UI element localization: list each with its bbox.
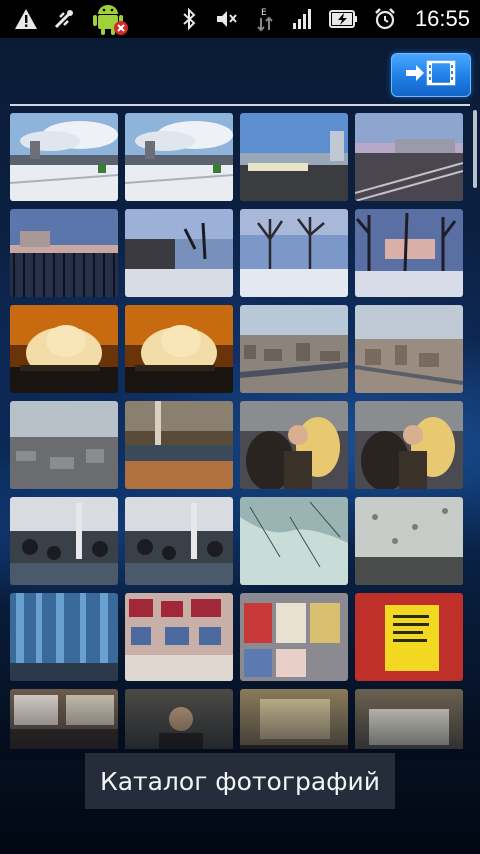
thumb-railway-dusk[interactable] <box>355 113 463 201</box>
thumb-people-blonde-1[interactable] <box>240 401 348 489</box>
thumb-magazine-rack[interactable] <box>240 593 348 681</box>
usb-debug-icon[interactable] <box>52 7 76 31</box>
thumb-cat-1[interactable] <box>10 305 118 393</box>
thumb-crowd-hall-1[interactable] <box>10 497 118 585</box>
thumb-trees-dusk-2[interactable] <box>355 209 463 297</box>
alarm-icon <box>373 7 397 31</box>
slideshow-icon <box>406 60 456 90</box>
thumb-blue-curtain[interactable] <box>10 593 118 681</box>
thumb-snow-park-2[interactable] <box>125 113 233 201</box>
thumb-crowd-hall-2[interactable] <box>125 497 233 585</box>
android-app-icon[interactable] <box>90 1 130 37</box>
muted-icon <box>215 7 239 31</box>
warning-icon[interactable] <box>14 7 38 31</box>
svg-text:E: E <box>261 8 267 18</box>
thumb-station-platform[interactable] <box>240 113 348 201</box>
thumb-frosted-glass-1[interactable] <box>240 497 348 585</box>
photo-grid[interactable] <box>10 113 465 749</box>
battery-charging-icon <box>328 7 359 31</box>
toolbar-divider <box>10 104 470 106</box>
thumb-snow-park-1[interactable] <box>10 113 118 201</box>
thumb-city-haze[interactable] <box>10 401 118 489</box>
thumb-city-panorama-2[interactable] <box>355 305 463 393</box>
thumb-store-shelves[interactable] <box>125 593 233 681</box>
status-bar: E 16:55 <box>0 0 480 38</box>
thumb-fence-dusk[interactable] <box>10 209 118 297</box>
gallery-toolbar <box>0 38 480 104</box>
grid-scrollbar[interactable] <box>473 110 477 188</box>
slideshow-button[interactable] <box>391 53 471 97</box>
data-transfer-icon: E <box>253 7 277 32</box>
album-title-label: Каталог фотографий <box>85 753 395 809</box>
thumb-frosted-glass-2[interactable] <box>355 497 463 585</box>
thumb-street-dusk[interactable] <box>125 209 233 297</box>
status-clock: 16:55 <box>414 6 470 31</box>
thumb-cat-2[interactable] <box>125 305 233 393</box>
grid-bottom-fade <box>0 690 480 760</box>
signal-icon <box>291 7 315 31</box>
thumb-trees-dusk-1[interactable] <box>240 209 348 297</box>
thumb-city-panorama-1[interactable] <box>240 305 348 393</box>
thumb-terminal-hall[interactable] <box>125 401 233 489</box>
thumb-yellow-poster[interactable] <box>355 593 463 681</box>
thumb-people-blonde-2[interactable] <box>355 401 463 489</box>
bluetooth-icon <box>177 7 201 31</box>
